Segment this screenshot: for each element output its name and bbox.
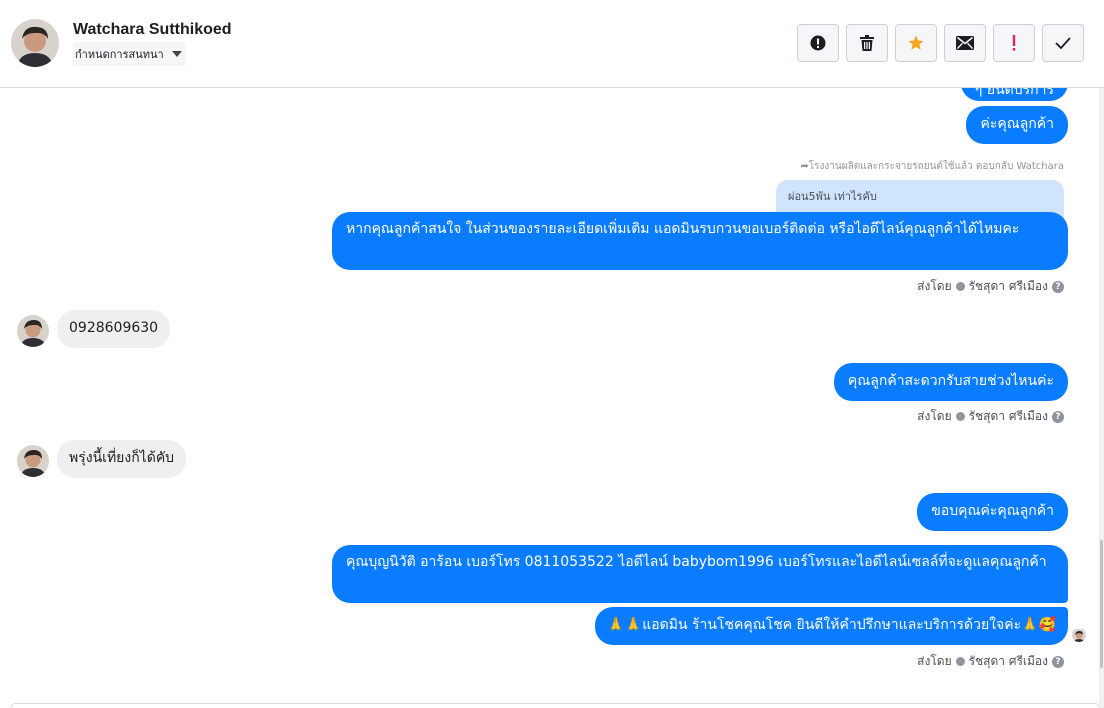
- outgoing-message[interactable]: ๆ ยินดีบริการ: [960, 88, 1068, 101]
- contact-name[interactable]: Watchara Sutthikoed: [73, 21, 232, 39]
- quoted-text: ผ่อน5พัน เท่าไรคับ: [788, 190, 877, 203]
- chevron-down-icon: [171, 51, 182, 57]
- delete-button[interactable]: [846, 24, 888, 62]
- inbox-conversation: Watchara Sutthikoed กำหนดการสนทนา ๆ ยินด…: [0, 0, 1104, 708]
- mark-done-button[interactable]: [1042, 24, 1084, 62]
- outgoing-message[interactable]: คุณบุญนิวัติ อาร้อน เบอร์โทร 0811053522 …: [332, 545, 1068, 603]
- outgoing-message[interactable]: หากคุณลูกค้าสนใจ ในส่วนของรายละเอียดเพิ่…: [332, 212, 1068, 270]
- help-icon[interactable]: ?: [1052, 410, 1064, 423]
- message-text: ค่ะคุณลูกค้า: [980, 116, 1054, 132]
- sent-by-line: ส่งโดย รัชสุดา ศรีเมือง ?: [917, 277, 1064, 296]
- conversation-header: Watchara Sutthikoed กำหนดการสนทนา: [0, 0, 1104, 88]
- reply-arrow-icon: ➦: [800, 161, 809, 172]
- reply-meta-text: โรงงานผลิตและกระจายรถยนต์ใช้แล้ว ตอบกลับ…: [808, 161, 1064, 172]
- assign-label: กำหนดการสนทนา: [75, 48, 164, 61]
- sent-by-label: ส่งโดย: [917, 279, 952, 293]
- outgoing-message[interactable]: 🙏🙏แอดมิน ร้านโชคคุณโชค ยินดีให้คำปรึกษาแ…: [595, 607, 1068, 645]
- sent-by-line: ส่งโดย รัชสุดา ศรีเมือง ?: [917, 652, 1064, 671]
- agent-name[interactable]: รัชสุดา ศรีเมือง: [969, 652, 1048, 671]
- trash-icon: [860, 35, 874, 51]
- check-icon: [1055, 37, 1071, 49]
- star-button[interactable]: [895, 24, 937, 62]
- message-text: พรุ่งนี้เที่ยงก็ได้คับ: [69, 450, 175, 466]
- alert-circle-icon: [810, 35, 826, 51]
- message-text: 🙏🙏แอดมิน ร้านโชคคุณโชค ยินดีให้คำปรึกษาแ…: [607, 617, 1056, 633]
- follow-up-button[interactable]: [993, 24, 1035, 62]
- spam-button[interactable]: [797, 24, 839, 62]
- incoming-message[interactable]: พรุ่งนี้เที่ยงก็ได้คับ: [57, 440, 187, 478]
- message-text: ขอบคุณค่ะคุณลูกค้า: [931, 503, 1054, 519]
- message-text: คุณลูกค้าสะดวกรับสายช่วงไหนค่ะ: [847, 373, 1054, 389]
- sent-by-label: ส่งโดย: [917, 654, 952, 668]
- exclamation-icon: [1012, 35, 1016, 51]
- sent-by-label: ส่งโดย: [917, 409, 952, 423]
- message-text: ๆ ยินดีบริการ: [974, 88, 1054, 98]
- outgoing-message[interactable]: ค่ะคุณลูกค้า: [966, 106, 1068, 144]
- composer-box[interactable]: [10, 703, 1100, 708]
- agent-status-icon: [955, 657, 965, 666]
- assign-conversation-dropdown[interactable]: กำหนดการสนทนา: [73, 42, 186, 66]
- agent-status-icon: [955, 412, 965, 421]
- help-icon[interactable]: ?: [1052, 280, 1064, 293]
- incoming-message[interactable]: 0928609630: [57, 310, 171, 348]
- thread-scrollbar[interactable]: [1099, 88, 1104, 708]
- seen-avatar: [1072, 628, 1086, 642]
- mark-unread-button[interactable]: [944, 24, 986, 62]
- message-text: 0928609630: [69, 320, 159, 336]
- conversation-actions: [797, 24, 1084, 62]
- help-icon[interactable]: ?: [1052, 655, 1064, 668]
- outgoing-message[interactable]: ขอบคุณค่ะคุณลูกค้า: [917, 493, 1068, 531]
- scrollbar-thumb[interactable]: [1100, 540, 1103, 668]
- contact-avatar[interactable]: [11, 19, 59, 67]
- star-icon: [908, 35, 924, 50]
- contact-avatar[interactable]: [17, 445, 49, 477]
- reply-meta: ➦โรงงานผลิตและกระจายรถยนต์ใช้แล้ว ตอบกลั…: [800, 159, 1064, 174]
- message-text: คุณบุญนิวัติ อาร้อน เบอร์โทร 0811053522 …: [346, 554, 1047, 570]
- agent-name[interactable]: รัชสุดา ศรีเมือง: [969, 277, 1048, 296]
- message-text: หากคุณลูกค้าสนใจ ในส่วนของรายละเอียดเพิ่…: [346, 221, 1020, 237]
- agent-name[interactable]: รัชสุดา ศรีเมือง: [969, 407, 1048, 426]
- message-thread[interactable]: ๆ ยินดีบริการ ค่ะคุณลูกค้า ➦โรงงานผลิตแล…: [0, 88, 1100, 706]
- envelope-icon: [956, 36, 974, 50]
- sent-by-line: ส่งโดย รัชสุดา ศรีเมือง ?: [917, 407, 1064, 426]
- contact-avatar[interactable]: [17, 315, 49, 347]
- outgoing-message[interactable]: คุณลูกค้าสะดวกรับสายช่วงไหนค่ะ: [833, 363, 1068, 401]
- agent-status-icon: [955, 282, 965, 291]
